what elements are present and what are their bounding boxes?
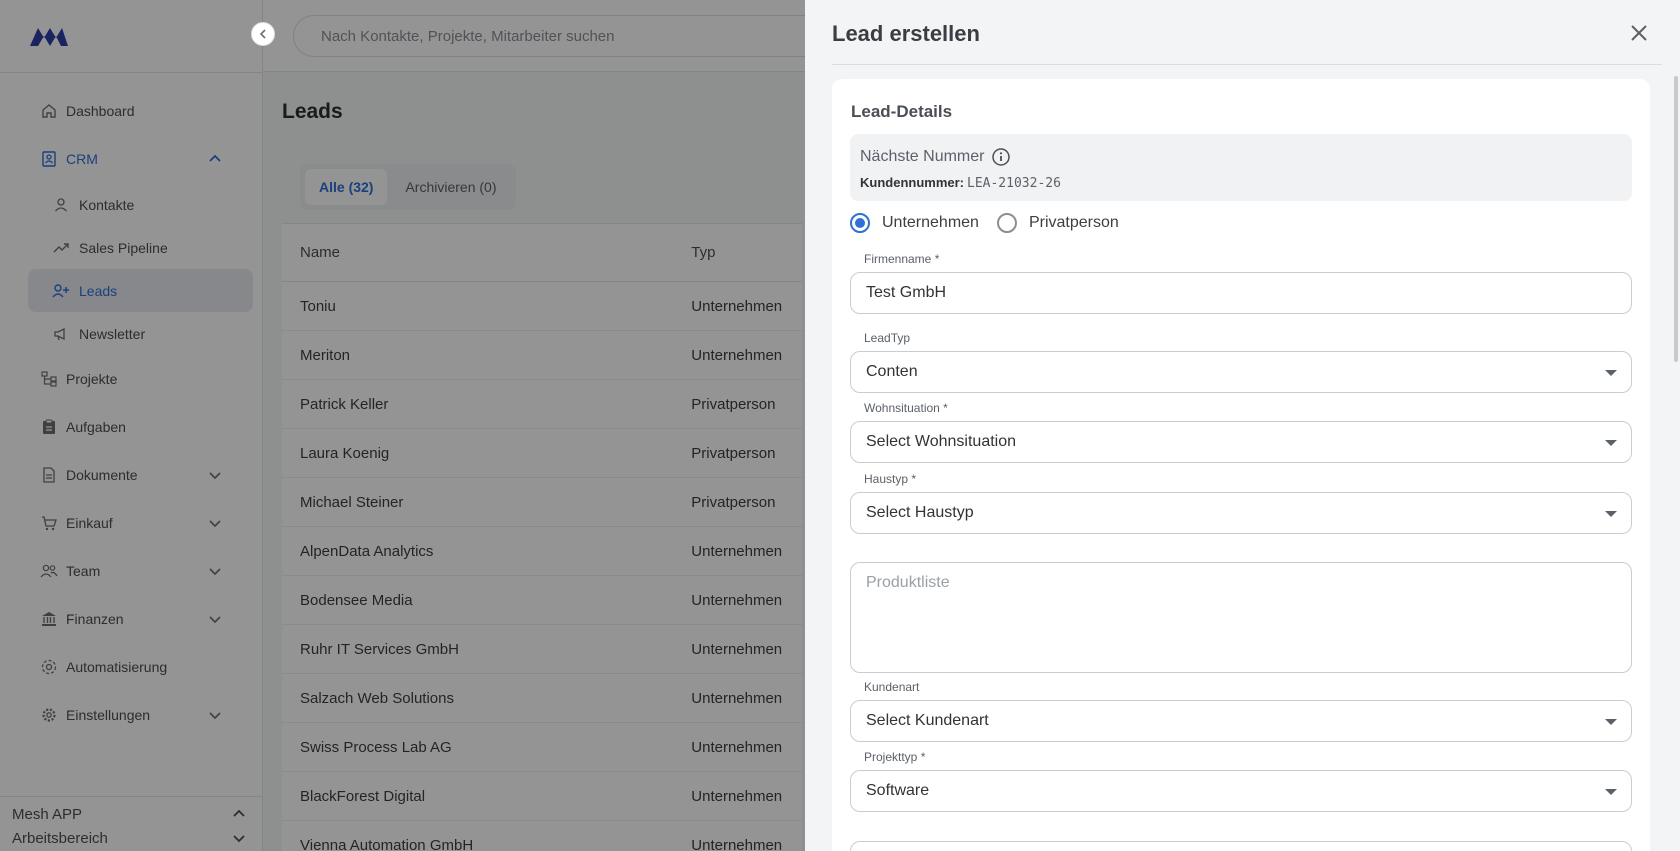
dropdown-arrow-icon [1605, 511, 1617, 517]
next-number-label: Nächste Nummer [860, 147, 1011, 167]
close-icon [1631, 25, 1647, 41]
drawer-divider [832, 64, 1662, 65]
dropdown-arrow-icon [1605, 370, 1617, 376]
haustyp-label: Haustyp * [864, 472, 917, 486]
wohnsituation-select[interactable]: Select Wohnsituation [850, 421, 1632, 463]
dropdown-arrow-icon [1605, 719, 1617, 725]
chevron-left-icon [259, 29, 266, 39]
haustyp-value: Select Haustyp [866, 504, 974, 521]
firmenname-label: Firmenname * [864, 252, 940, 266]
wohnsituation-label: Wohnsituation * [864, 401, 948, 415]
leadtyp-select[interactable]: Conten [850, 351, 1632, 393]
customer-number-label: Kundennummer: [860, 175, 964, 190]
radio-privatperson[interactable]: Privatperson [996, 213, 1119, 233]
next-field[interactable] [850, 841, 1632, 851]
info-icon[interactable] [991, 147, 1011, 167]
dropdown-arrow-icon [1605, 789, 1617, 795]
drawer-title: Lead erstellen [832, 21, 980, 46]
firmenname-input[interactable]: Test GmbH [850, 272, 1632, 314]
kundenart-label: Kundenart [864, 680, 920, 694]
next-number-box: Nächste Nummer Kundennummer: LEA-21032-26 [850, 134, 1632, 201]
firmenname-value: Test GmbH [866, 284, 947, 301]
wohnsituation-value: Select Wohnsituation [866, 433, 1017, 450]
close-button[interactable] [1628, 22, 1650, 44]
radio-circle[interactable] [850, 213, 870, 233]
projekttyp-value: Software [866, 782, 930, 799]
kundenart-value: Select Kundenart [866, 712, 989, 729]
section-title: Lead-Details [851, 102, 953, 121]
customer-number: Kundennummer: LEA-21032-26 [860, 175, 1061, 191]
radio-label: Privatperson [1028, 214, 1119, 231]
leadtyp-label: LeadTyp [864, 331, 911, 345]
create-lead-drawer: Lead erstellen Lead-Details Nächste Numm… [805, 0, 1680, 851]
next-number-text: Nächste Nummer [860, 148, 985, 165]
haustyp-select[interactable]: Select Haustyp [850, 492, 1632, 534]
sidebar-collapse-button[interactable] [251, 22, 275, 46]
projekttyp-select[interactable]: Software [850, 770, 1632, 812]
lead-details-card: Lead-Details Nächste Nummer Kundennummer… [832, 79, 1650, 851]
kundenart-select[interactable]: Select Kundenart [850, 700, 1632, 742]
radio-circle[interactable] [996, 213, 1017, 233]
customer-number-value: LEA-21032-26 [967, 176, 1061, 191]
modal-backdrop[interactable] [0, 0, 805, 851]
leadtyp-value: Conten [866, 363, 918, 380]
produktliste-textarea[interactable]: Produktliste [850, 562, 1632, 673]
radio-label: Unternehmen [882, 214, 979, 231]
dropdown-arrow-icon [1605, 440, 1617, 446]
drawer-scrollbar[interactable] [1674, 76, 1678, 362]
customer-type-radio-group: Unternehmen Privatperson [850, 213, 1137, 233]
radio-unternehmen[interactable]: Unternehmen [850, 213, 979, 233]
projekttyp-label: Projekttyp * [864, 750, 926, 764]
produktliste-placeholder: Produktliste [866, 574, 950, 591]
